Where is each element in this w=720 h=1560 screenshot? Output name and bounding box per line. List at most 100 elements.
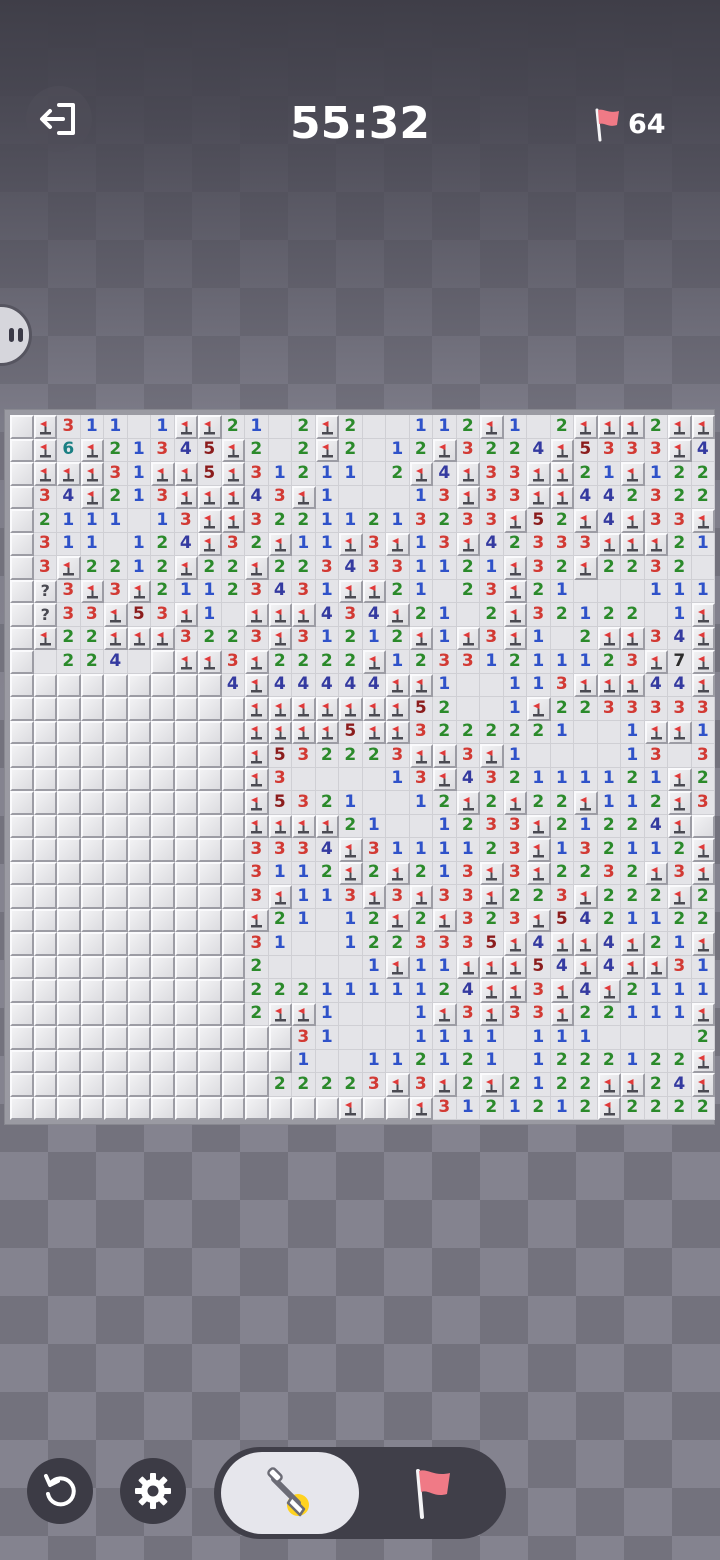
number-cell[interactable]: 3: [597, 861, 621, 885]
flag-cell[interactable]: [245, 673, 269, 697]
number-cell[interactable]: 6: [57, 438, 81, 462]
number-cell[interactable]: 5: [339, 720, 363, 744]
hidden-cell[interactable]: [80, 908, 104, 932]
hidden-cell[interactable]: [151, 1002, 175, 1026]
hidden-cell[interactable]: [221, 1073, 245, 1097]
number-cell[interactable]: 1: [621, 720, 645, 744]
flag-cell[interactable]: [104, 603, 128, 627]
empty-cell[interactable]: [362, 462, 386, 486]
number-cell[interactable]: 3: [503, 814, 527, 838]
number-cell[interactable]: 3: [480, 814, 504, 838]
number-cell[interactable]: 3: [668, 697, 692, 721]
flag-cell[interactable]: [597, 979, 621, 1003]
empty-cell[interactable]: [268, 415, 292, 439]
number-cell[interactable]: 1: [456, 1096, 480, 1120]
empty-cell[interactable]: [127, 509, 151, 533]
number-cell[interactable]: 1: [339, 791, 363, 815]
empty-cell[interactable]: [386, 814, 410, 838]
number-cell[interactable]: 4: [362, 603, 386, 627]
flag-cell[interactable]: [621, 955, 645, 979]
flag-cell[interactable]: [362, 579, 386, 603]
number-cell[interactable]: 2: [668, 532, 692, 556]
empty-cell[interactable]: [339, 767, 363, 791]
empty-cell[interactable]: [339, 1049, 363, 1073]
number-cell[interactable]: 2: [456, 1049, 480, 1073]
number-cell[interactable]: 3: [433, 1096, 457, 1120]
hidden-cell[interactable]: [80, 1073, 104, 1097]
empty-cell[interactable]: [409, 814, 433, 838]
hidden-cell[interactable]: [57, 861, 81, 885]
empty-cell[interactable]: [362, 438, 386, 462]
number-cell[interactable]: 4: [245, 485, 269, 509]
hidden-cell[interactable]: [10, 626, 34, 650]
flag-cell[interactable]: [668, 814, 692, 838]
number-cell[interactable]: 1: [644, 579, 668, 603]
hidden-cell[interactable]: [174, 720, 198, 744]
number-cell[interactable]: 1: [104, 415, 128, 439]
hidden-cell[interactable]: [104, 1002, 128, 1026]
hidden-cell[interactable]: [104, 673, 128, 697]
hidden-cell[interactable]: [10, 838, 34, 862]
number-cell[interactable]: 4: [597, 932, 621, 956]
empty-cell[interactable]: [621, 1026, 645, 1050]
hidden-cell[interactable]: [33, 1049, 57, 1073]
flag-cell[interactable]: [386, 908, 410, 932]
number-cell[interactable]: 1: [550, 1026, 574, 1050]
hidden-cell[interactable]: [198, 861, 222, 885]
flag-cell[interactable]: [362, 885, 386, 909]
hidden-cell[interactable]: [80, 720, 104, 744]
number-cell[interactable]: 2: [503, 720, 527, 744]
empty-cell[interactable]: [33, 650, 57, 674]
hidden-cell[interactable]: [174, 1049, 198, 1073]
hidden-cell[interactable]: [104, 791, 128, 815]
empty-cell[interactable]: [574, 579, 598, 603]
flag-cell[interactable]: [221, 438, 245, 462]
flag-cell[interactable]: [574, 556, 598, 580]
empty-cell[interactable]: [268, 955, 292, 979]
number-cell[interactable]: 2: [691, 462, 715, 486]
hidden-cell[interactable]: [174, 838, 198, 862]
flag-cell[interactable]: [668, 885, 692, 909]
hidden-cell[interactable]: [174, 1096, 198, 1120]
flag-cell[interactable]: [691, 415, 715, 439]
hidden-cell[interactable]: [33, 908, 57, 932]
flag-cell[interactable]: [574, 955, 598, 979]
hidden-cell[interactable]: [57, 1096, 81, 1120]
hidden-cell[interactable]: [174, 814, 198, 838]
hidden-cell[interactable]: [10, 415, 34, 439]
number-cell[interactable]: 3: [480, 767, 504, 791]
hidden-cell[interactable]: [174, 1026, 198, 1050]
flag-cell[interactable]: [480, 744, 504, 768]
number-cell[interactable]: 1: [268, 462, 292, 486]
empty-cell[interactable]: [315, 932, 339, 956]
flag-cell[interactable]: [362, 697, 386, 721]
number-cell[interactable]: 2: [292, 556, 316, 580]
flag-cell[interactable]: [644, 650, 668, 674]
number-cell[interactable]: 3: [409, 509, 433, 533]
number-cell[interactable]: 1: [268, 861, 292, 885]
hidden-cell[interactable]: [10, 767, 34, 791]
flag-cell[interactable]: [386, 955, 410, 979]
empty-cell[interactable]: [574, 744, 598, 768]
flag-cell[interactable]: [80, 462, 104, 486]
flag-cell[interactable]: [292, 720, 316, 744]
flag-cell[interactable]: [644, 955, 668, 979]
number-cell[interactable]: 2: [292, 650, 316, 674]
flag-cell[interactable]: [668, 767, 692, 791]
number-cell[interactable]: 1: [691, 579, 715, 603]
flag-cell[interactable]: [480, 1073, 504, 1097]
flag-cell[interactable]: [433, 767, 457, 791]
number-cell[interactable]: 2: [292, 509, 316, 533]
empty-cell[interactable]: [292, 932, 316, 956]
number-cell[interactable]: 4: [574, 979, 598, 1003]
number-cell[interactable]: 4: [268, 579, 292, 603]
hidden-cell[interactable]: [245, 1026, 269, 1050]
flag-cell[interactable]: [480, 415, 504, 439]
number-cell[interactable]: 1: [597, 767, 621, 791]
flag-cell[interactable]: [550, 438, 574, 462]
hidden-cell[interactable]: [198, 979, 222, 1003]
hidden-cell[interactable]: [245, 1073, 269, 1097]
number-cell[interactable]: 3: [691, 697, 715, 721]
number-cell[interactable]: 1: [127, 485, 151, 509]
number-cell[interactable]: 3: [456, 861, 480, 885]
